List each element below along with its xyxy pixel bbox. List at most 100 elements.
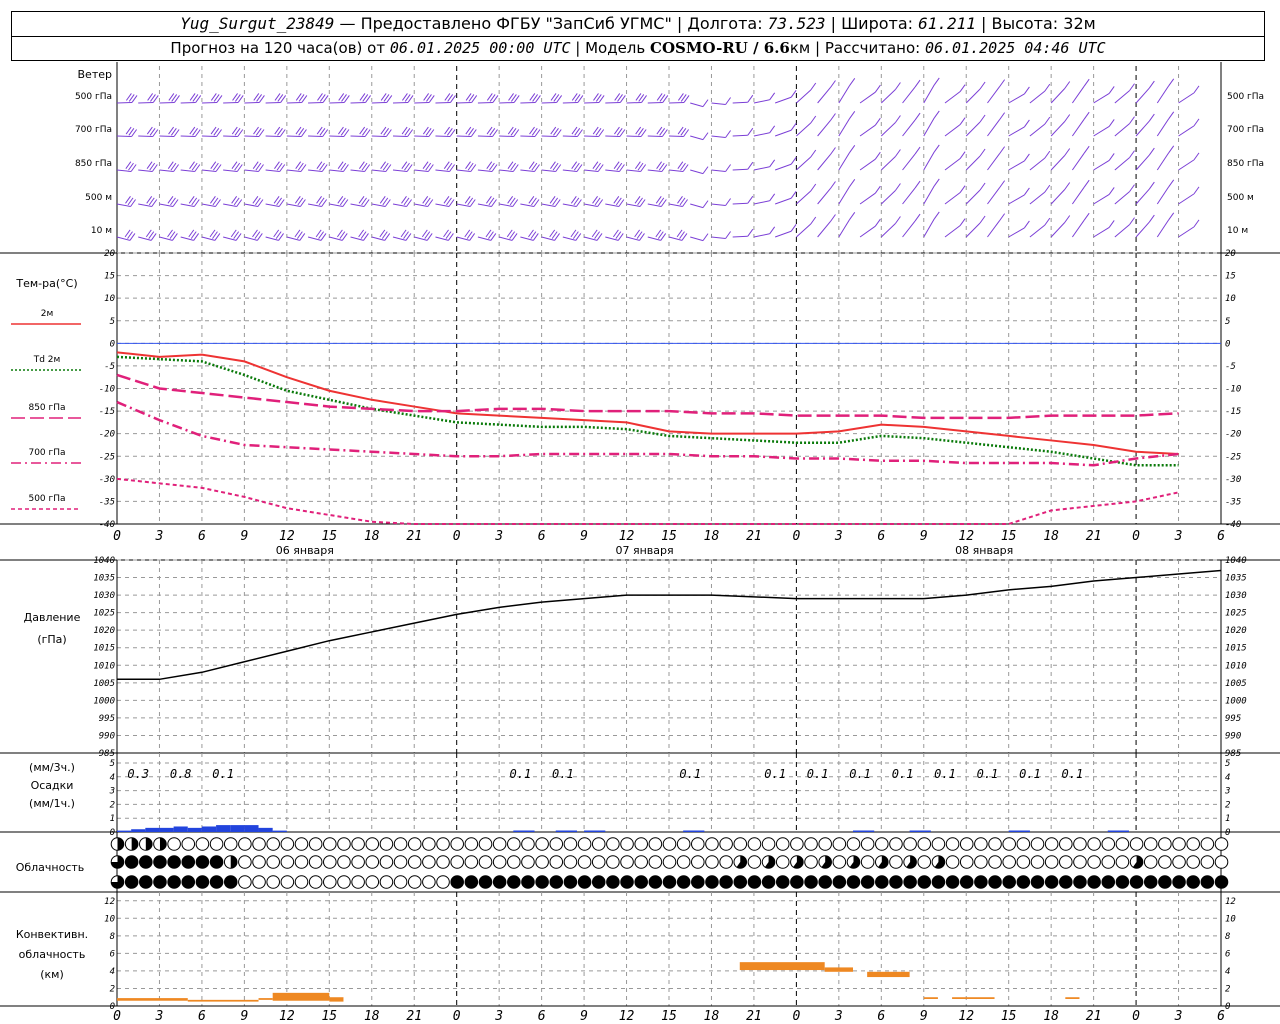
wind-barb-feather	[810, 149, 817, 158]
x-tick-label-bottom: 3	[494, 1009, 503, 1024]
cloud-symbol	[1059, 855, 1073, 869]
cloud-symbol	[818, 837, 832, 851]
temp-ytick-right: -5	[1225, 362, 1236, 372]
convective-bar	[952, 997, 995, 999]
cloud-symbol	[167, 837, 181, 851]
temp-ytick-left: -25	[99, 452, 115, 462]
wind-barb	[711, 135, 726, 139]
wind-barb-feather	[895, 183, 901, 191]
wind-barb	[244, 135, 260, 138]
wind-barb-feather	[874, 84, 881, 93]
wind-barb-feather	[1108, 220, 1115, 228]
wind-barb	[477, 169, 493, 173]
cloud-symbol	[153, 855, 167, 869]
wind-barb-feather	[1044, 217, 1051, 226]
wind-barb	[923, 117, 935, 137]
wind-barb	[329, 135, 344, 138]
cloud-symbol	[1044, 837, 1059, 851]
wind-barb	[1008, 93, 1025, 104]
temp-ytick-left: -10	[99, 385, 115, 395]
x-tick-label-bottom: 15	[321, 1009, 337, 1024]
wind-barb	[774, 197, 792, 205]
wind-barb	[605, 135, 620, 138]
wind-barb	[1008, 227, 1025, 238]
wind-barb	[944, 158, 961, 171]
wind-barb	[711, 236, 726, 240]
cloud-symbol	[620, 855, 634, 869]
cloud-symbol	[294, 837, 309, 851]
cloud-symbol	[521, 875, 535, 889]
wind-barb-feather	[849, 145, 856, 153]
cloud-symbol	[422, 875, 436, 889]
cloud-symbol	[974, 875, 988, 889]
precip-ytick-right: 2	[1225, 800, 1230, 810]
wind-barb	[456, 169, 471, 173]
wind-barb	[753, 233, 770, 238]
precip-bar	[230, 825, 245, 832]
cloud-symbol	[591, 855, 606, 869]
x-tick-label: 3	[494, 529, 503, 544]
wind-barb	[987, 119, 1001, 137]
cloud-symbol	[591, 875, 606, 889]
wind-barb	[477, 101, 493, 104]
x-tick-label: 0	[453, 529, 461, 544]
temp-ytick-right: 15	[1225, 272, 1236, 282]
cloud-symbol	[1087, 855, 1101, 869]
cloud-symbol	[790, 837, 804, 851]
temp-ytick-left: -15	[99, 407, 115, 417]
x-tick-label: 6	[538, 529, 546, 544]
wind-barb	[732, 202, 748, 205]
cloud-label: Облачность	[16, 861, 85, 874]
wind-barb	[796, 156, 812, 171]
cloud-symbol-fill	[159, 837, 167, 851]
cloud-symbol	[139, 855, 153, 869]
pressure-ytick-right: 1005	[1225, 679, 1247, 689]
temp-ytick-right: -10	[1225, 385, 1241, 395]
wind-barb	[1008, 160, 1025, 171]
cloud-symbol	[507, 837, 521, 851]
wind-barb-feather	[810, 216, 817, 225]
cloud-symbol	[634, 875, 648, 889]
wind-barb-feather	[999, 146, 1006, 154]
cloud-symbol	[1044, 875, 1059, 889]
x-tick-label: 3	[155, 529, 164, 544]
wind-barb	[520, 101, 536, 104]
wind-barb	[1093, 193, 1110, 205]
wind-barb	[1178, 159, 1195, 171]
wind-barb	[753, 132, 770, 137]
cloud-symbol	[1073, 837, 1087, 851]
x-tick-label: 15	[661, 529, 677, 544]
cloud-symbol	[959, 855, 974, 869]
wind-barb	[1135, 188, 1150, 205]
cloud-symbol	[648, 855, 663, 869]
cloud-symbol	[365, 837, 380, 851]
cloud-symbol	[252, 837, 266, 851]
wind-barb	[923, 218, 935, 238]
wind-barb-feather	[1148, 181, 1155, 190]
cloud-symbol	[775, 875, 790, 889]
cloud-symbol	[577, 837, 592, 851]
cloud-symbol	[648, 837, 663, 851]
wind-barb	[1178, 193, 1195, 205]
wind-barb	[1093, 226, 1110, 238]
cloud-symbol	[761, 875, 776, 889]
cloud-symbol	[974, 837, 988, 851]
precip-bar	[187, 827, 202, 832]
wind-barb	[201, 169, 217, 173]
wind-barb	[817, 221, 831, 238]
wind-barb	[838, 118, 851, 137]
temp-series-line	[116, 373, 1179, 420]
pressure-ylabel: Давление	[24, 611, 81, 624]
temp-legend-label: Td 2м	[33, 355, 61, 365]
cloud-symbol	[308, 875, 323, 889]
wind-barb	[732, 134, 748, 137]
wind-barb	[244, 101, 260, 104]
cloud-symbol	[804, 855, 818, 869]
cloud-symbol-fill	[131, 837, 138, 851]
wind-barb	[774, 163, 792, 171]
cloud-symbol-fill	[230, 855, 238, 869]
precip-amount: 0.1	[510, 767, 532, 781]
cloud-symbol	[945, 837, 960, 851]
wind-barb	[1071, 118, 1085, 137]
wind-barb	[1029, 224, 1046, 238]
